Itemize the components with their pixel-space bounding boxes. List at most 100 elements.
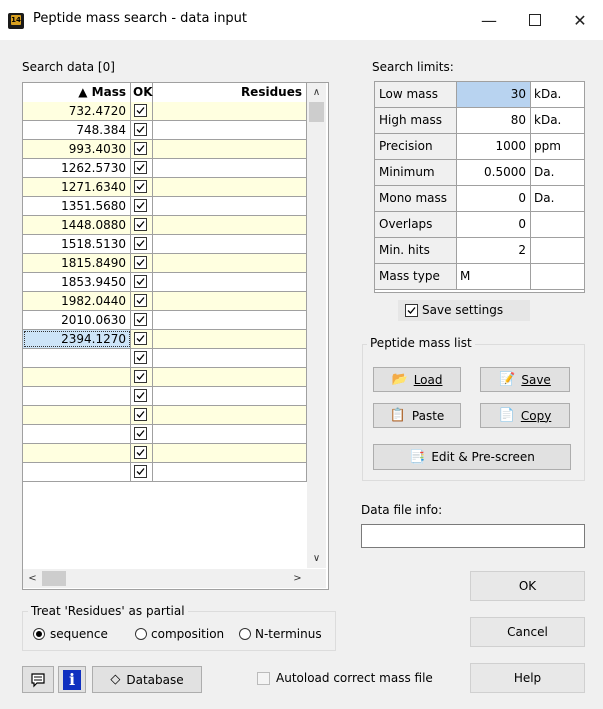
mass-cell[interactable]: 1448.0880 [23,216,131,234]
mass-cell[interactable]: 2394.1270 [23,330,131,348]
minimize-button[interactable]: — [466,0,512,40]
ok-checkbox[interactable] [134,161,147,174]
residues-cell[interactable] [153,349,307,367]
limit-row[interactable]: Mono mass 0 Da. [375,186,584,212]
ok-cell[interactable] [131,178,153,196]
table-row[interactable]: 1853.9450 [23,273,307,292]
column-ok[interactable]: OK [131,83,153,102]
ok-button[interactable]: OK [470,571,585,601]
limit-row[interactable]: High mass 80 kDa. [375,108,584,134]
ok-checkbox[interactable] [134,237,147,250]
mass-cell[interactable] [23,368,131,386]
radio-n-terminus[interactable] [239,628,251,640]
ok-cell[interactable] [131,216,153,234]
column-mass[interactable]: ▲ Mass [23,83,131,102]
cancel-button[interactable]: Cancel [470,617,585,647]
table-row[interactable]: 1982.0440 [23,292,307,311]
database-button[interactable]: ◇ Database [92,666,202,693]
autoload-checkbox[interactable] [257,672,270,685]
search-limits-table[interactable]: Low mass 30 kDa. High mass 80 kDa. Precision 10… [374,81,585,293]
limit-value[interactable]: 30 [457,82,531,107]
scroll-right-icon[interactable]: > [288,569,307,588]
mass-cell[interactable]: 1815.8490 [23,254,131,272]
limit-row[interactable]: Mass type M [375,264,584,290]
table-row[interactable]: 993.4030 [23,140,307,159]
ok-cell[interactable] [131,254,153,272]
close-button[interactable]: ✕ [557,0,603,40]
ok-checkbox[interactable] [134,123,147,136]
mass-cell[interactable]: 1271.6340 [23,178,131,196]
info-button[interactable]: i [58,666,86,693]
ok-cell[interactable] [131,406,153,424]
maximize-button[interactable] [512,0,558,40]
residues-cell[interactable] [153,254,307,272]
ok-checkbox[interactable] [134,294,147,307]
table-row[interactable]: 732.4720 [23,102,307,121]
ok-cell[interactable] [131,444,153,462]
limit-row[interactable]: Minimum 0.5000 Da. [375,160,584,186]
table-row[interactable]: 1815.8490 [23,254,307,273]
limit-value[interactable]: 0.5000 [457,160,531,185]
save-button[interactable]: 📝 Save [480,367,570,392]
limit-row[interactable]: Low mass 30 kDa. [375,82,584,108]
help-button[interactable]: Help [470,663,585,693]
search-data-grid[interactable]: ▲ Mass OK Residues 732.4720 748.384 993.40… [22,82,329,590]
ok-cell[interactable] [131,311,153,329]
ok-cell[interactable] [131,368,153,386]
ok-checkbox[interactable] [134,256,147,269]
residues-cell[interactable] [153,463,307,481]
ok-checkbox[interactable] [134,351,147,364]
table-row[interactable] [23,368,307,387]
mass-cell[interactable]: 1351.5680 [23,197,131,215]
copy-button[interactable]: 📄 Copy [480,403,570,428]
data-file-info-input[interactable] [361,524,585,548]
ok-cell[interactable] [131,425,153,443]
residues-cell[interactable] [153,330,307,348]
mass-cell[interactable] [23,387,131,405]
ok-cell[interactable] [131,387,153,405]
mass-cell[interactable] [23,425,131,443]
vertical-scroll-thumb[interactable] [309,102,324,122]
residues-cell[interactable] [153,121,307,139]
table-row[interactable]: 2010.0630 [23,311,307,330]
residues-cell[interactable] [153,311,307,329]
ok-checkbox[interactable] [134,104,147,117]
ok-cell[interactable] [131,235,153,253]
scroll-up-icon[interactable]: ∧ [307,83,326,102]
ok-checkbox[interactable] [134,199,147,212]
ok-cell[interactable] [131,349,153,367]
limit-row[interactable]: Min. hits 2 [375,238,584,264]
paste-button[interactable]: 📋 Paste [373,403,461,428]
ok-cell[interactable] [131,197,153,215]
residues-cell[interactable] [153,292,307,310]
ok-cell[interactable] [131,330,153,348]
residues-cell[interactable] [153,178,307,196]
ok-cell[interactable] [131,273,153,291]
mass-cell[interactable]: 1518.5130 [23,235,131,253]
comment-button[interactable] [22,666,54,693]
ok-checkbox[interactable] [134,332,147,345]
horizontal-scrollbar[interactable]: < > [23,569,307,588]
vertical-scrollbar[interactable]: ∧ ∨ [307,83,326,568]
mass-cell[interactable]: 1262.5730 [23,159,131,177]
ok-cell[interactable] [131,121,153,139]
limit-value[interactable]: 0 [457,212,531,237]
table-row[interactable]: 1262.5730 [23,159,307,178]
table-row[interactable]: 1351.5680 [23,197,307,216]
ok-checkbox[interactable] [134,313,147,326]
mass-cell[interactable]: 732.4720 [23,102,131,120]
residues-cell[interactable] [153,425,307,443]
mass-cell[interactable]: 993.4030 [23,140,131,158]
ok-cell[interactable] [131,463,153,481]
mass-cell[interactable] [23,444,131,462]
mass-cell[interactable]: 748.384 [23,121,131,139]
residues-cell[interactable] [153,444,307,462]
limit-value[interactable]: 80 [457,108,531,133]
ok-checkbox[interactable] [134,142,147,155]
limit-row[interactable]: Precision 1000 ppm [375,134,584,160]
table-row[interactable] [23,425,307,444]
residues-cell[interactable] [153,159,307,177]
residues-cell[interactable] [153,368,307,386]
ok-checkbox[interactable] [134,275,147,288]
residues-cell[interactable] [153,235,307,253]
